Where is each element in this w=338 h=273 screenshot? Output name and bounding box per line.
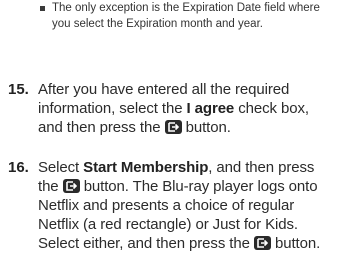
- sub-bullet-item: The only exception is the Expiration Dat…: [40, 0, 330, 32]
- step-text: Select Start Membership, and then press …: [38, 158, 330, 253]
- step-number: 16.: [8, 159, 29, 176]
- step-text-part: button.: [270, 235, 321, 252]
- step-bold-text: Start Membership: [83, 159, 209, 176]
- step-text: After you have entered all the required …: [38, 80, 330, 137]
- square-bullet-icon: [40, 6, 45, 11]
- enter-button-icon: [62, 179, 80, 193]
- enter-button-icon: [253, 236, 271, 250]
- step-bold-text: I agree: [186, 100, 235, 117]
- step-15: 15. After you have entered all the requi…: [8, 80, 330, 137]
- step-number: 15.: [8, 81, 29, 98]
- sub-bullet-text: The only exception is the Expiration Dat…: [52, 2, 320, 30]
- step-text-part: Select: [38, 159, 84, 176]
- step-16: 16. Select Start Membership, and then pr…: [8, 158, 330, 253]
- step-text-part: button.: [181, 119, 231, 136]
- enter-button-icon: [164, 120, 182, 134]
